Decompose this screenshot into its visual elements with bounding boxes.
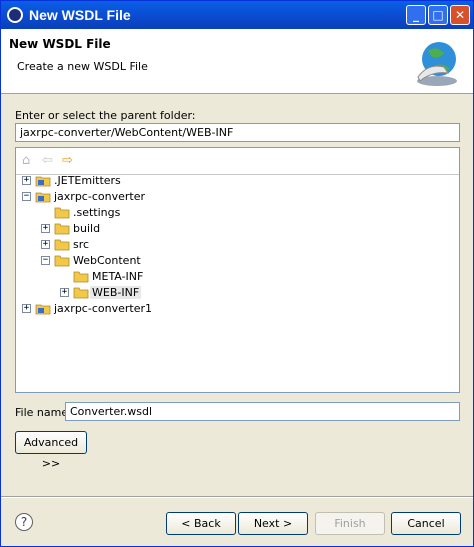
folder-icon (73, 287, 89, 299)
wizard-banner: New WSDL File Create a new WSDL File (1, 29, 473, 94)
new-wsdl-file-dialog: New WSDL File _ □ ✕ New WSDL File Create… (0, 0, 474, 547)
tree-item-label: .JETEmitters (54, 174, 121, 187)
folder-icon (73, 271, 89, 283)
eclipse-icon (7, 7, 23, 23)
maximize-button[interactable]: □ (428, 5, 448, 25)
minimize-button[interactable]: _ (406, 5, 426, 25)
button-bar-divider (1, 496, 473, 498)
tree-item-label: WEB-INF (90, 286, 142, 299)
home-icon[interactable]: ⌂ (22, 153, 30, 168)
expand-toggle[interactable]: + (22, 176, 31, 185)
banner-title: New WSDL File (9, 37, 111, 51)
title-bar[interactable]: New WSDL File _ □ ✕ (1, 1, 473, 29)
collapse-toggle[interactable]: − (41, 256, 50, 265)
file-name-label: File name: (15, 406, 72, 419)
wsdl-globe-icon (417, 42, 457, 86)
help-icon[interactable]: ? (15, 513, 33, 531)
forward-arrow-icon[interactable]: ⇨ (62, 153, 73, 168)
collapse-toggle[interactable]: − (22, 192, 31, 201)
tree-item-label: build (73, 222, 101, 235)
tree-item-label: src (73, 238, 90, 251)
file-name-input[interactable]: Converter.wsdl (65, 402, 460, 421)
advanced-button[interactable]: Advanced >> (15, 431, 87, 470)
tree-item-label: .settings (73, 206, 121, 219)
tree-item-label: jaxrpc-converter (54, 190, 145, 203)
folder-icon (54, 207, 70, 219)
expand-toggle[interactable]: + (41, 224, 50, 233)
project-icon (35, 192, 51, 203)
folder-tree[interactable]: ⌂ ⇦ ⇨ + .JETEmitters − jaxrpc-converter (15, 147, 460, 393)
close-button[interactable]: ✕ (450, 5, 470, 25)
window-title: New WSDL File (29, 7, 131, 23)
folder-icon (54, 223, 70, 235)
tree-item-label: jaxrpc-converter1 (54, 302, 152, 315)
finish-button[interactable]: Finish (315, 512, 385, 535)
tree-item-label: META-INF (92, 270, 144, 283)
expand-toggle[interactable]: + (60, 288, 69, 297)
parent-folder-input[interactable]: jaxrpc-converter/WebContent/WEB-INF (15, 123, 460, 142)
banner-description: Create a new WSDL File (17, 60, 148, 73)
expand-toggle[interactable]: + (22, 304, 31, 313)
folder-icon (54, 255, 70, 267)
parent-folder-label: Enter or select the parent folder: (15, 109, 196, 122)
next-button[interactable]: Next > (238, 512, 308, 535)
back-button[interactable]: < Back (166, 512, 236, 535)
project-icon (35, 176, 51, 187)
project-icon (35, 304, 51, 315)
expand-toggle[interactable]: + (41, 240, 50, 249)
back-arrow-icon[interactable]: ⇦ (42, 153, 53, 168)
cancel-button[interactable]: Cancel (391, 512, 461, 535)
tree-item-label: WebContent (73, 254, 141, 267)
folder-icon (54, 239, 70, 251)
